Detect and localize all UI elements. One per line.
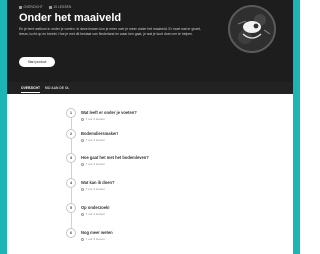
clock-icon (81, 162, 84, 166)
step-meta-label: 7 uur 4 lessen (85, 237, 105, 241)
step-meta-label: 7 uur 4 lessen (85, 187, 105, 191)
clock-icon (81, 187, 84, 191)
meta-lessons-label: 15 LESSEN (53, 5, 72, 9)
course-tabs: OVERZICHT MIJ AAN DE OL (7, 82, 293, 94)
clock-icon (48, 5, 52, 9)
clock-icon (81, 138, 84, 142)
course-description: En je bent welkom in onder je voeten. In… (19, 27, 201, 37)
step-item[interactable]: 1 Wat leeft er onder je voeten? 7 uur 4 … (66, 108, 266, 128)
step-meta: 7 uur 4 lessen (81, 117, 105, 121)
step-number: 2 (66, 129, 76, 139)
meta-overview-label: OVERZICHT (23, 5, 43, 9)
step-title[interactable]: Op onderzoek! (81, 205, 110, 210)
step-meta: 7 uur 4 lessen (81, 162, 105, 166)
tab-overzicht[interactable]: OVERZICHT (21, 82, 41, 94)
course-image (228, 5, 276, 53)
step-item[interactable]: 3 Hoe gaat het met het bodemleven? 7 uur… (66, 153, 266, 173)
step-meta: 7 uur 4 lessen (81, 212, 105, 216)
step-meta-label: 7 uur 4 lessen (85, 162, 105, 166)
clock-icon (81, 212, 84, 216)
step-meta: 7 uur 4 lessen (81, 237, 105, 241)
meta-lessons: 15 LESSEN (48, 5, 72, 9)
step-title[interactable]: Wat leeft er onder je voeten? (81, 110, 137, 115)
step-item[interactable]: 2 Bodemdiersmaker! 7 uur 4 lessen (66, 129, 266, 149)
step-title[interactable]: Hoe gaat het met het bodemleven? (81, 155, 149, 160)
step-number: 1 (66, 108, 76, 118)
step-title[interactable]: Wat kan ik doen? (81, 180, 115, 185)
step-meta-label: 7 uur 4 lessen (85, 117, 105, 121)
step-item[interactable]: 4 Wat kan ik doen? 7 uur 4 lessen (66, 178, 266, 198)
page-title: Onder het maaiveld (19, 12, 122, 24)
clock-icon (81, 237, 84, 241)
step-meta: 7 uur 4 lessen (81, 138, 105, 142)
step-number: 6 (66, 228, 76, 238)
step-meta-label: 7 uur 4 lessen (85, 212, 105, 216)
step-item[interactable]: 5 Op onderzoek! 7 uur 4 lessen (66, 203, 266, 223)
step-meta: 7 uur 4 lessen (81, 187, 105, 191)
meta-overview: OVERZICHT (19, 5, 43, 9)
step-meta-label: 7 uur 4 lessen (85, 138, 105, 142)
tab-mij-aan-de-ol[interactable]: MIJ AAN DE OL (45, 82, 69, 94)
grid-icon (19, 5, 22, 9)
start-product-button[interactable]: Start product (19, 57, 55, 67)
course-meta: OVERZICHT 15 LESSEN (19, 5, 71, 9)
step-number: 3 (66, 153, 76, 163)
page: OVERZICHT 15 LESSEN Onder het maaiveld E… (7, 0, 293, 254)
step-title[interactable]: Nog meer weten (81, 230, 113, 235)
clock-icon (81, 117, 84, 121)
course-hero: OVERZICHT 15 LESSEN Onder het maaiveld E… (7, 0, 293, 82)
step-number: 5 (66, 203, 76, 213)
step-item[interactable]: 6 Nog meer weten 7 uur 4 lessen (66, 228, 266, 248)
step-title[interactable]: Bodemdiersmaker! (81, 131, 118, 136)
step-number: 4 (66, 178, 76, 188)
